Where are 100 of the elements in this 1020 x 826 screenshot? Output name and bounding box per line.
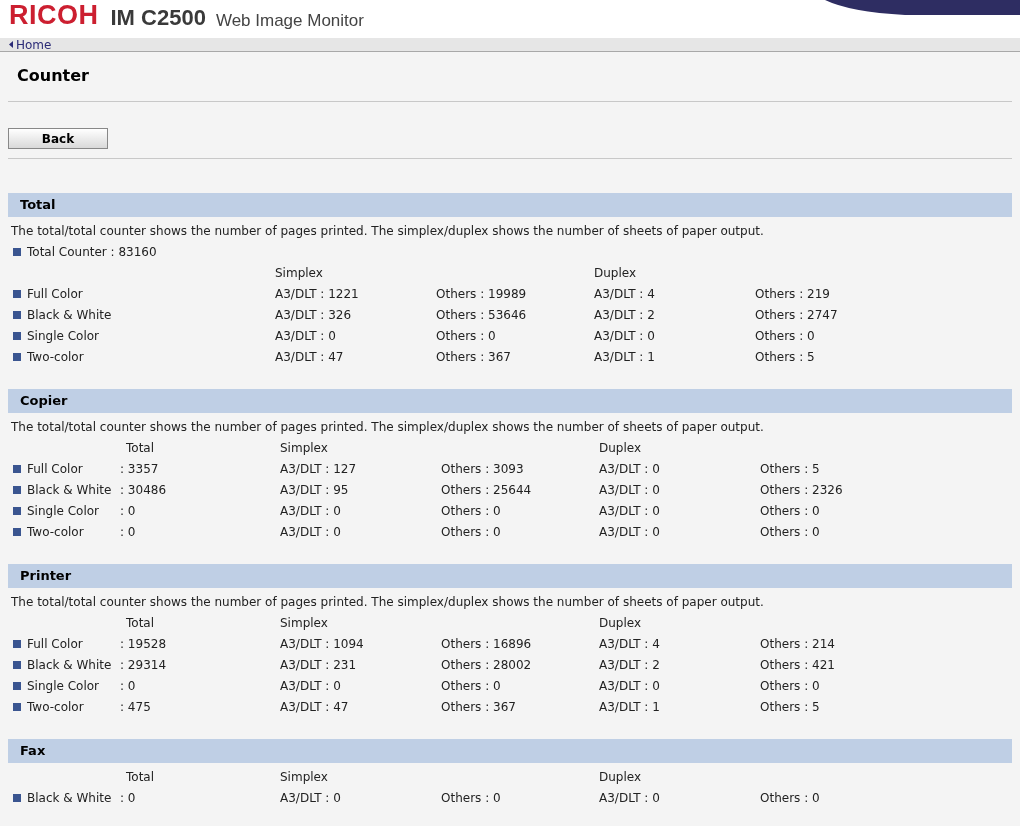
row-label: Full Color (27, 285, 83, 303)
table-cell-text: A3/DLT : 1 (594, 348, 656, 366)
table-cell-text: Others : 25644 (441, 481, 533, 499)
total-value: : 475 (120, 698, 152, 716)
table-cell-text: A3/DLT : 0 (599, 789, 661, 807)
table-cell-text: A3/DLT : 1094 (280, 635, 365, 653)
table-cell-text: Others : 2747 (755, 306, 839, 324)
page-title: Counter (16, 65, 90, 87)
table-cell-text: Others : 3093 (441, 460, 525, 478)
table-cell-text: Others : 0 (760, 502, 821, 520)
bullet-icon (13, 247, 21, 256)
home-link[interactable]: Home (9, 38, 52, 51)
table-cell-text: A3/DLT : 0 (599, 677, 661, 695)
table-cell-text: A3/DLT : 0 (599, 502, 661, 520)
row-label: Single Color (27, 677, 100, 695)
table-cell-text: A3/DLT : 0 (599, 460, 661, 478)
row-label: Single Color (27, 502, 100, 520)
bullet-icon (13, 527, 21, 536)
row-label: Black & White (27, 306, 112, 324)
bullet-icon (13, 331, 21, 340)
total-value: : 0 (120, 789, 137, 807)
column-header: Duplex (599, 439, 643, 457)
table-cell-text: A3/DLT : 95 (280, 481, 350, 499)
table-cell-text: Others : 214 (760, 635, 836, 653)
table-cell-text: Others : 421 (760, 656, 836, 674)
table-cell-text: Others : 219 (755, 285, 831, 303)
table-cell-text: A3/DLT : 0 (599, 481, 661, 499)
table-cell-text: Others : 0 (760, 677, 821, 695)
brand-logo: RICOH (9, 2, 99, 29)
row-label: Two-color (27, 698, 84, 716)
bullet-icon (13, 289, 21, 298)
total-value: : 0 (120, 502, 137, 520)
table-cell-text: Others : 5 (755, 348, 816, 366)
table-cell-text: A3/DLT : 0 (280, 789, 342, 807)
table-cell-text: Others : 19989 (436, 285, 528, 303)
row-label: Black & White (27, 789, 112, 807)
table-cell-text: A3/DLT : 0 (275, 327, 337, 345)
table-cell-text: A3/DLT : 4 (599, 635, 661, 653)
caret-left-icon (9, 41, 13, 48)
column-header: Duplex (599, 614, 643, 632)
table-cell-text: A3/DLT : 231 (280, 656, 358, 674)
table-cell-text: A3/DLT : 1 (599, 698, 661, 716)
table-cell-text: A3/DLT : 47 (280, 698, 350, 716)
total-counter: Total Counter : 83160 (27, 243, 157, 261)
bullet-icon (13, 702, 21, 711)
total-value: : 0 (120, 677, 137, 695)
table-cell-text: Others : 0 (441, 789, 502, 807)
total-value: : 30486 (120, 481, 168, 499)
bullet-icon (13, 506, 21, 515)
bullet-icon (13, 660, 21, 669)
table-cell-text: A3/DLT : 4 (594, 285, 656, 303)
table-cell-text: A3/DLT : 326 (275, 306, 353, 324)
table-cell-text: Others : 5 (760, 698, 821, 716)
total-value: : 0 (120, 523, 137, 541)
bullet-icon (13, 310, 21, 319)
bullet-icon (13, 681, 21, 690)
product-name: Web Image Monitor (215, 12, 364, 29)
section-header: Copier (8, 389, 1012, 413)
row-label: Black & White (27, 656, 112, 674)
total-value: : 19528 (120, 635, 168, 653)
table-cell-text: A3/DLT : 0 (280, 523, 342, 541)
column-header: Duplex (599, 768, 643, 786)
table-cell-text: Others : 5 (760, 460, 821, 478)
description-text: The total/total counter shows the number of pages printed. The simplex/duplex shows the number of sheets of paper output. (11, 222, 765, 240)
table-cell-text: Others : 28002 (441, 656, 533, 674)
table-cell-text: Others : 0 (441, 523, 502, 541)
table-cell-text: Others : 0 (436, 327, 497, 345)
row-label: Two-color (27, 523, 84, 541)
row-label: Black & White (27, 481, 112, 499)
column-header: Total (125, 439, 156, 457)
row-label: Full Color (27, 635, 83, 653)
table-cell-text: A3/DLT : 2 (599, 656, 661, 674)
table-cell-text: A3/DLT : 2 (594, 306, 656, 324)
column-header: Total (125, 768, 156, 786)
bullet-icon (13, 793, 21, 802)
description-text: The total/total counter shows the number of pages printed. The simplex/duplex shows the number of sheets of paper output. (11, 418, 765, 436)
table-cell-text: Others : 0 (441, 677, 502, 695)
table-cell-text: Others : 0 (760, 789, 821, 807)
column-header: Simplex (280, 768, 329, 786)
row-label: Two-color (27, 348, 84, 366)
table-cell-text: Others : 53646 (436, 306, 528, 324)
bullet-icon (13, 352, 21, 361)
table-cell-text: Others : 0 (441, 502, 502, 520)
row-label: Full Color (27, 460, 83, 478)
total-value: : 3357 (120, 460, 160, 478)
total-value: : 29314 (120, 656, 168, 674)
section-header: Printer (8, 564, 1012, 588)
table-cell-text: Others : 2326 (760, 481, 844, 499)
table-cell-text: Others : 0 (755, 327, 816, 345)
column-header: Total (125, 614, 156, 632)
table-cell-text: A3/DLT : 0 (594, 327, 656, 345)
column-header: Simplex (275, 264, 324, 282)
bullet-icon (13, 464, 21, 473)
table-cell-text: A3/DLT : 0 (280, 677, 342, 695)
table-cell-text: Others : 0 (760, 523, 821, 541)
row-label: Single Color (27, 327, 100, 345)
column-header: Simplex (280, 614, 329, 632)
column-header: Simplex (280, 439, 329, 457)
table-cell-text: A3/DLT : 127 (280, 460, 358, 478)
back-button[interactable]: Back (8, 128, 108, 149)
